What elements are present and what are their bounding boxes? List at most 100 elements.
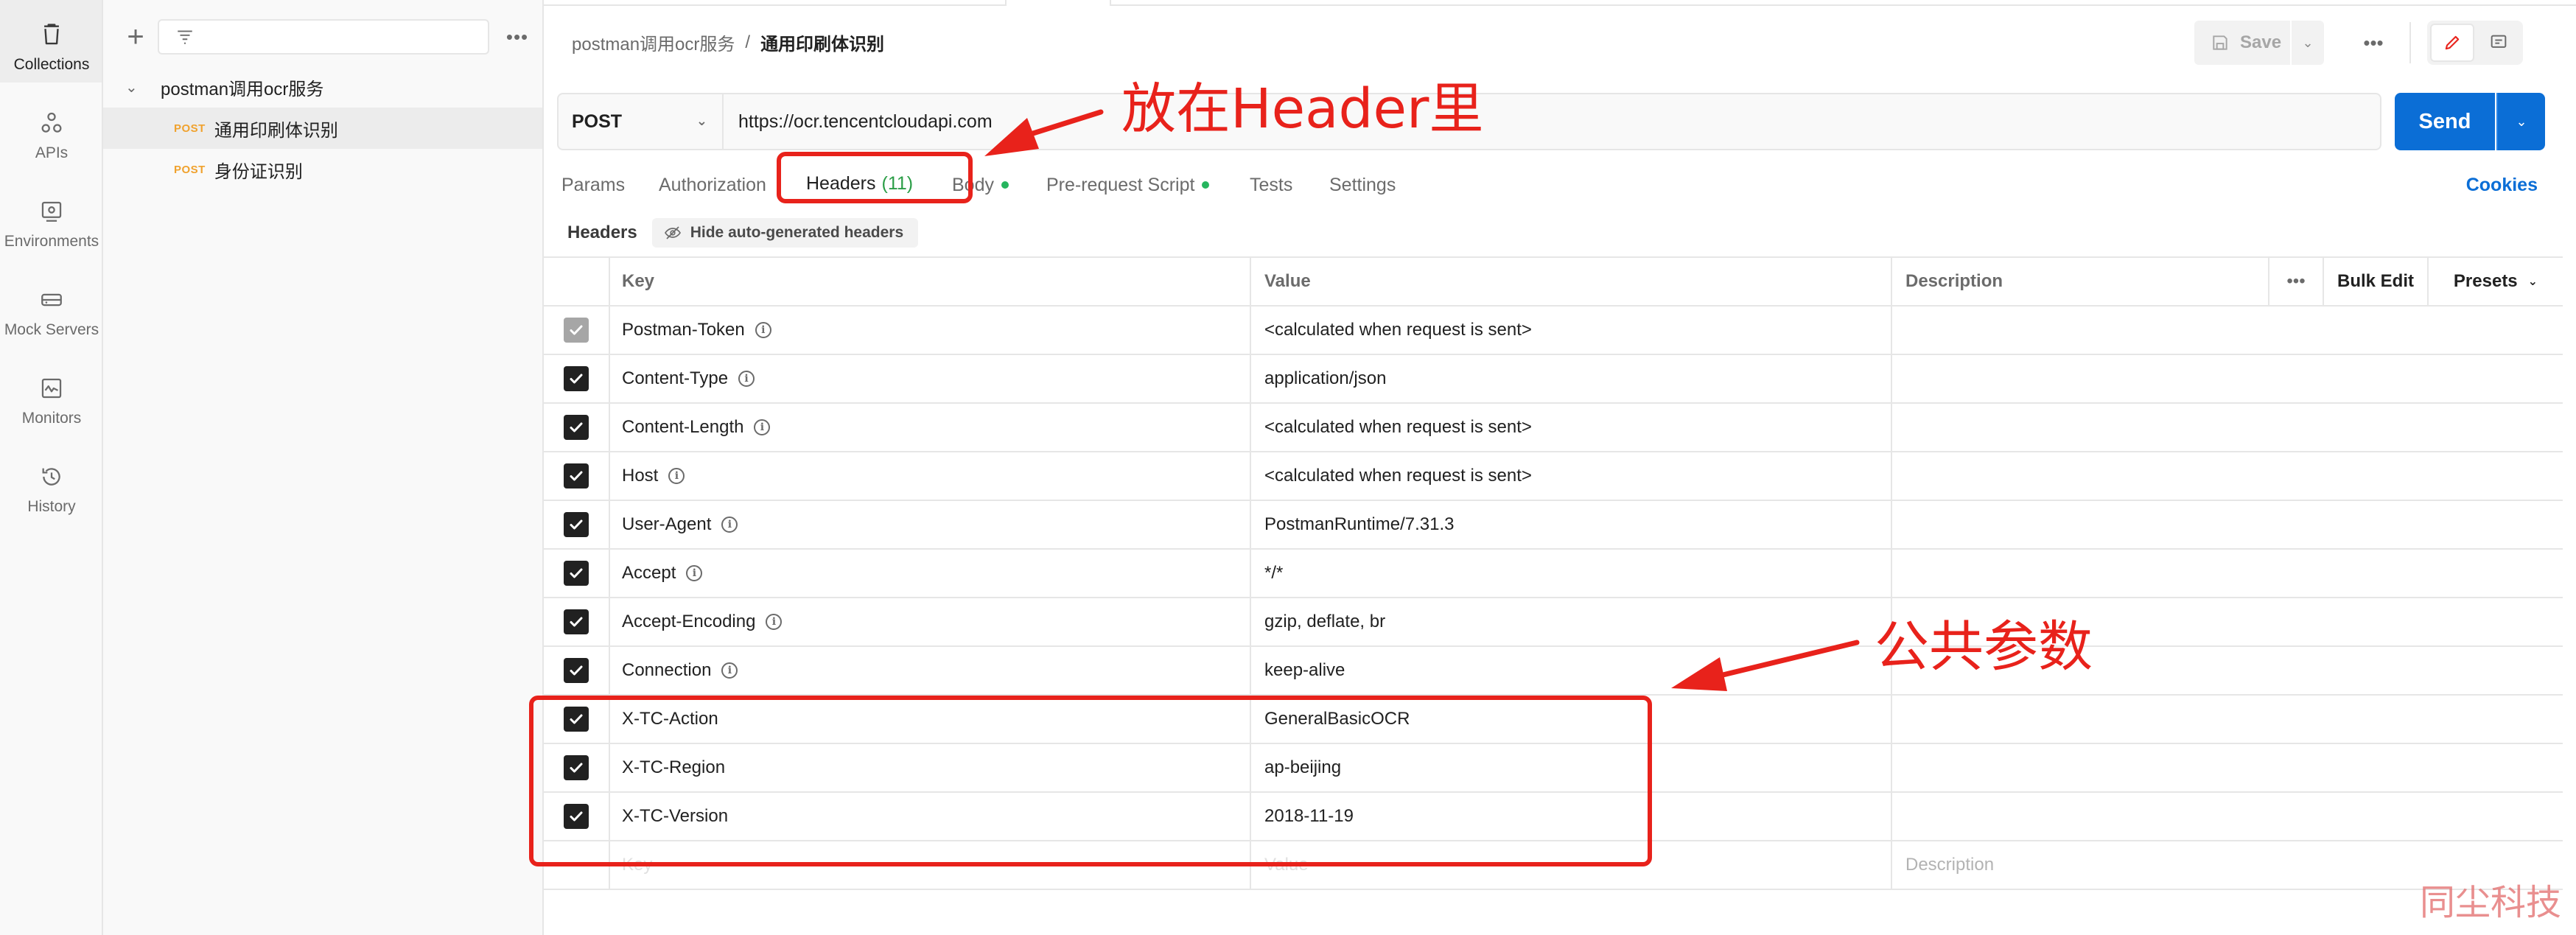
checkmark-icon bbox=[570, 471, 583, 481]
tab-authorization[interactable]: Authorization bbox=[659, 168, 766, 202]
row-checkbox[interactable] bbox=[564, 707, 589, 732]
request-more-button[interactable]: ••• bbox=[2353, 27, 2393, 59]
tab-body[interactable]: Body bbox=[952, 168, 1009, 202]
header-value-cell[interactable]: GeneralBasicOCR bbox=[1251, 696, 1892, 743]
row-checkbox[interactable] bbox=[564, 463, 589, 488]
header-key-cell[interactable]: Accept i bbox=[610, 550, 1251, 597]
rail-item-collections[interactable]: Collections bbox=[0, 0, 102, 83]
column-options-button[interactable]: ••• bbox=[2269, 258, 2324, 305]
header-description-cell[interactable] bbox=[1892, 404, 2563, 451]
info-icon[interactable]: i bbox=[754, 419, 771, 435]
header-value: ap-beijing bbox=[1264, 757, 1342, 777]
header-value-cell[interactable]: ap-beijing bbox=[1251, 744, 1892, 791]
header-key-cell[interactable]: User-Agent i bbox=[610, 501, 1251, 548]
info-icon[interactable]: i bbox=[755, 322, 771, 338]
new-value-input[interactable]: Value bbox=[1251, 841, 1892, 889]
request-item[interactable]: POST 身份证识别 bbox=[103, 149, 542, 190]
send-button[interactable]: Send bbox=[2395, 93, 2495, 150]
header-value-cell[interactable]: <calculated when request is sent> bbox=[1251, 452, 1892, 500]
header-value: gzip, deflate, br bbox=[1264, 612, 1386, 631]
header-key-cell[interactable]: X-TC-Region bbox=[610, 744, 1251, 791]
info-icon[interactable]: i bbox=[686, 565, 703, 581]
header-value-cell[interactable]: <calculated when request is sent> bbox=[1251, 404, 1892, 451]
hide-auto-headers-toggle[interactable]: Hide auto-generated headers bbox=[651, 218, 919, 248]
tab-headers[interactable]: Headers (11) bbox=[806, 168, 914, 202]
new-key-input[interactable]: Key bbox=[610, 841, 1251, 889]
rail-item-apis[interactable]: APIs bbox=[0, 88, 102, 171]
save-button[interactable]: Save bbox=[2194, 21, 2290, 65]
header-value-cell[interactable]: keep-alive bbox=[1251, 647, 1892, 694]
header-key-cell[interactable]: Postman-Token i bbox=[610, 307, 1251, 354]
url-input[interactable]: https://ocr.tencentcloudapi.com bbox=[724, 93, 2381, 150]
header-key-cell[interactable]: X-TC-Action bbox=[610, 696, 1251, 743]
header-key: Accept bbox=[622, 563, 676, 583]
checkmark-icon bbox=[570, 422, 583, 433]
row-checkbox[interactable] bbox=[564, 609, 589, 634]
request-item[interactable]: POST 通用印刷体识别 bbox=[103, 108, 542, 149]
header-key-cell[interactable]: Host i bbox=[610, 452, 1251, 500]
header-description-cell[interactable] bbox=[1892, 550, 2563, 597]
rail-label: Collections bbox=[13, 56, 90, 73]
header-value-cell[interactable]: 2018-11-19 bbox=[1251, 793, 1892, 840]
divider bbox=[2409, 22, 2411, 63]
table-row: X-TC-Version 2018-11-19 bbox=[544, 793, 2563, 841]
rail-item-monitors[interactable]: Monitors bbox=[0, 354, 102, 436]
filter-input[interactable] bbox=[158, 19, 489, 55]
save-options-button[interactable]: ⌄ bbox=[2292, 21, 2324, 65]
checkmark-icon bbox=[570, 763, 583, 773]
header-description-cell[interactable] bbox=[1892, 307, 2563, 354]
info-icon[interactable]: i bbox=[721, 662, 738, 679]
header-value-cell[interactable]: PostmanRuntime/7.31.3 bbox=[1251, 501, 1892, 548]
header-description-cell[interactable] bbox=[1892, 501, 2563, 548]
header-value-cell[interactable]: gzip, deflate, br bbox=[1251, 598, 1892, 645]
breadcrumb-current[interactable]: 通用印刷体识别 bbox=[760, 29, 884, 55]
tab-settings[interactable]: Settings bbox=[1329, 168, 1396, 202]
edit-mode-button[interactable] bbox=[2430, 24, 2474, 62]
row-checkbox[interactable] bbox=[564, 512, 589, 537]
info-icon[interactable]: i bbox=[721, 516, 738, 533]
info-icon[interactable]: i bbox=[738, 371, 755, 387]
cookies-link[interactable]: Cookies bbox=[2466, 168, 2538, 202]
row-checkbox[interactable] bbox=[564, 658, 589, 683]
send-options-button[interactable]: ⌄ bbox=[2496, 93, 2545, 150]
rail-item-environments[interactable]: Environments bbox=[0, 177, 102, 259]
header-key-cell[interactable]: Connection i bbox=[610, 647, 1251, 694]
row-checkbox[interactable] bbox=[564, 804, 589, 829]
header-value-cell[interactable]: <calculated when request is sent> bbox=[1251, 307, 1892, 354]
header-description-cell[interactable] bbox=[1892, 452, 2563, 500]
presets-dropdown[interactable]: Presets ⌄ bbox=[2429, 258, 2563, 305]
info-icon[interactable]: i bbox=[668, 468, 685, 484]
method-select[interactable]: POST ⌄ bbox=[557, 93, 724, 150]
open-tab[interactable] bbox=[1005, 0, 1111, 6]
header-value-cell[interactable]: application/json bbox=[1251, 355, 1892, 402]
info-icon[interactable]: i bbox=[766, 614, 783, 630]
row-checkbox[interactable] bbox=[564, 561, 589, 586]
row-checkbox[interactable] bbox=[564, 755, 589, 780]
header-description-cell[interactable] bbox=[1892, 744, 2563, 791]
header-key-cell[interactable]: X-TC-Version bbox=[610, 793, 1251, 840]
tab-pre-request-script[interactable]: Pre-request Script bbox=[1046, 168, 1210, 202]
chevron-down-icon: ⌄ bbox=[2527, 276, 2538, 288]
row-checkbox[interactable] bbox=[564, 366, 589, 391]
breadcrumb-parent[interactable]: postman调用ocr服务 bbox=[572, 29, 735, 55]
bulk-edit-button[interactable]: Bulk Edit bbox=[2324, 258, 2429, 305]
collection-item[interactable]: ⌄ postman调用ocr服务 bbox=[103, 66, 544, 108]
api-nodes-icon bbox=[41, 112, 62, 133]
tab-params[interactable]: Params bbox=[561, 168, 625, 202]
sidebar-more-button[interactable]: ••• bbox=[501, 22, 533, 52]
header-value-cell[interactable]: */* bbox=[1251, 550, 1892, 597]
header-key-cell[interactable]: Content-Length i bbox=[610, 404, 1251, 451]
environment-icon bbox=[41, 201, 62, 222]
row-checkbox[interactable] bbox=[564, 318, 589, 343]
rail-item-mock-servers[interactable]: Mock Servers bbox=[0, 265, 102, 348]
row-checkbox[interactable] bbox=[564, 415, 589, 440]
header-description-cell[interactable] bbox=[1892, 793, 2563, 840]
header-description-cell[interactable] bbox=[1892, 696, 2563, 743]
new-collection-button[interactable]: + bbox=[119, 21, 152, 53]
documentation-mode-button[interactable] bbox=[2477, 24, 2520, 62]
tab-tests[interactable]: Tests bbox=[1250, 168, 1292, 202]
header-description-cell[interactable] bbox=[1892, 355, 2563, 402]
header-key-cell[interactable]: Content-Type i bbox=[610, 355, 1251, 402]
header-key-cell[interactable]: Accept-Encoding i bbox=[610, 598, 1251, 645]
rail-item-history[interactable]: History bbox=[0, 442, 102, 525]
